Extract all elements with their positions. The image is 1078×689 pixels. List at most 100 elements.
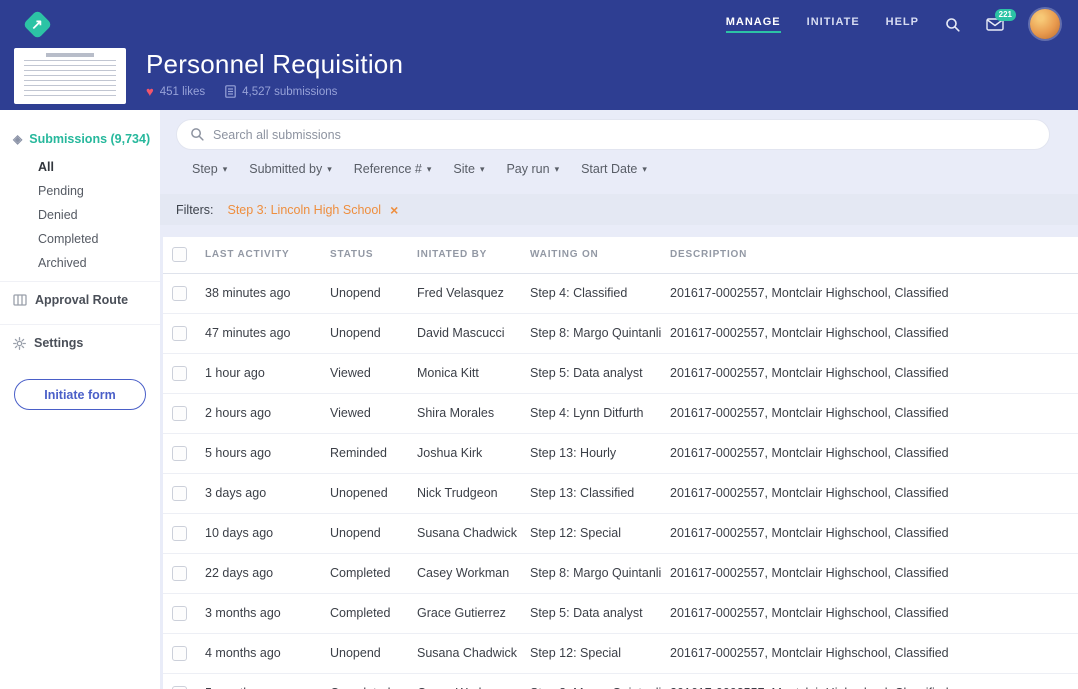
cell-waiting-on: Step 12: Special: [530, 513, 670, 553]
filter-dropdown-step[interactable]: Step▾: [192, 162, 227, 176]
cell-last-activity: 22 days ago: [205, 553, 330, 593]
form-thumbnail[interactable]: [14, 48, 126, 104]
table-row[interactable]: 2 hours agoViewedShira MoralesStep 4: Ly…: [163, 393, 1078, 433]
gear-icon: [13, 337, 26, 350]
col-description: DESCRIPTION: [670, 237, 1078, 273]
table-header-row: LAST ACTIVITY STATUS INITATED BY WAITING…: [163, 237, 1078, 273]
filter-dropdown-submitted-by[interactable]: Submitted by▾: [249, 162, 332, 176]
dropdown-label: Start Date: [581, 162, 637, 176]
filter-dropdown-pay-run[interactable]: Pay run▾: [506, 162, 559, 176]
table-row[interactable]: 3 months agoCompletedGrace GutierrezStep…: [163, 593, 1078, 633]
approval-route-icon: [13, 294, 27, 306]
select-all-checkbox[interactable]: [172, 247, 187, 262]
nav-initiate[interactable]: INITIATE: [807, 16, 860, 33]
row-checkbox[interactable]: [172, 686, 187, 689]
dropdown-label: Site: [453, 162, 475, 176]
sidebar-filter-archived[interactable]: Archived: [0, 251, 160, 275]
sidebar-item-submissions[interactable]: ◈ Submissions (9,734): [0, 132, 160, 146]
sidebar-filter-denied[interactable]: Denied: [0, 203, 160, 227]
table-body: 38 minutes agoUnopendFred VelasquezStep …: [163, 273, 1078, 689]
search-icon[interactable]: [945, 17, 960, 32]
likes-count: 451 likes: [160, 86, 205, 98]
approval-route-label: Approval Route: [35, 293, 128, 307]
sidebar-filter-pending[interactable]: Pending: [0, 179, 160, 203]
table-row[interactable]: 1 hour agoViewedMonica KittStep 5: Data …: [163, 353, 1078, 393]
table-row[interactable]: 38 minutes agoUnopendFred VelasquezStep …: [163, 273, 1078, 313]
filter-dropdown-reference[interactable]: Reference #▾: [354, 162, 432, 176]
col-status: STATUS: [330, 237, 417, 273]
search-input[interactable]: [176, 119, 1050, 150]
filter-dropdown-site[interactable]: Site▾: [453, 162, 484, 176]
cell-waiting-on: Step 4: Lynn Ditfurth: [530, 393, 670, 433]
cell-last-activity: 5 hours ago: [205, 433, 330, 473]
cell-initiated-by: Grace Gutierrez: [417, 593, 530, 633]
cell-status: Unopend: [330, 513, 417, 553]
sidebar-item-approval-route[interactable]: Approval Route: [0, 281, 160, 318]
table-row[interactable]: 4 months agoUnopendSusana ChadwickStep 1…: [163, 633, 1078, 673]
sidebar-filter-completed[interactable]: Completed: [0, 227, 160, 251]
table-row[interactable]: 5 hours agoRemindedJoshua KirkStep 13: H…: [163, 433, 1078, 473]
row-checkbox[interactable]: [172, 646, 187, 661]
settings-label: Settings: [34, 336, 83, 350]
cell-last-activity: 2 hours ago: [205, 393, 330, 433]
table-row[interactable]: 10 days agoUnopendSusana ChadwickStep 12…: [163, 513, 1078, 553]
sidebar-item-settings[interactable]: Settings: [0, 324, 160, 361]
row-checkbox[interactable]: [172, 486, 187, 501]
dropdown-label: Reference #: [354, 162, 422, 176]
table-row[interactable]: 22 days agoCompletedCasey WorkmanStep 8:…: [163, 553, 1078, 593]
submissions-label: Submissions (9,734): [29, 132, 150, 146]
filters-label: Filters:: [176, 203, 214, 217]
row-checkbox[interactable]: [172, 526, 187, 541]
row-checkbox[interactable]: [172, 366, 187, 381]
dropdown-label: Step: [192, 162, 218, 176]
row-checkbox[interactable]: [172, 566, 187, 581]
submissions-count: 4,527 submissions: [242, 86, 337, 98]
cell-status: Unopened: [330, 473, 417, 513]
cell-initiated-by: Shira Morales: [417, 393, 530, 433]
cell-waiting-on: Step 8: Margo Quintanli: [530, 313, 670, 353]
cell-description: 201617-0002557, Montclair Highschool, Cl…: [670, 513, 1078, 553]
col-waiting-on: WAITING ON: [530, 237, 670, 273]
cell-last-activity: 3 months ago: [205, 593, 330, 633]
form-meta: ♥ 451 likes 4,527 submissions: [146, 85, 403, 98]
row-checkbox[interactable]: [172, 326, 187, 341]
cell-description: 201617-0002557, Montclair Highschool, Cl…: [670, 473, 1078, 513]
row-checkbox[interactable]: [172, 446, 187, 461]
nav-help[interactable]: HELP: [886, 16, 919, 33]
app-logo[interactable]: ↗: [20, 7, 54, 41]
cell-status: Unopend: [330, 313, 417, 353]
cell-status: Reminded: [330, 433, 417, 473]
cell-status: Unopend: [330, 273, 417, 313]
form-title-section: Personnel Requisition ♥ 451 likes 4,527 …: [0, 48, 1078, 104]
filter-dropdown-start-date[interactable]: Start Date▾: [581, 162, 647, 176]
main-content: Step▾ Submitted by▾ Reference #▾ Site▾ Pay r…: [160, 110, 1078, 689]
cell-description: 201617-0002557, Montclair Highschool, Cl…: [670, 433, 1078, 473]
table-row[interactable]: 5 months agoCompletedCasey WorkmanStep 8…: [163, 673, 1078, 689]
remove-filter-icon[interactable]: ×: [390, 203, 398, 217]
cell-initiated-by: Susana Chadwick: [417, 633, 530, 673]
mail-icon[interactable]: 221: [986, 18, 1004, 31]
nav-links: MANAGE INITIATE HELP 221: [726, 9, 1060, 39]
table-row[interactable]: 47 minutes agoUnopendDavid MascucciStep …: [163, 313, 1078, 353]
sidebar-filter-all[interactable]: All: [0, 155, 160, 179]
active-filter-chip[interactable]: Step 3: Lincoln High School×: [228, 203, 399, 217]
cell-initiated-by: Casey Workman: [417, 673, 530, 689]
cell-description: 201617-0002557, Montclair Highschool, Cl…: [670, 673, 1078, 689]
row-checkbox[interactable]: [172, 606, 187, 621]
cell-status: Completed: [330, 593, 417, 633]
filter-chips: Step 3: Lincoln High School×: [228, 203, 399, 217]
table-row[interactable]: 3 days agoUnopenedNick TrudgeonStep 13: …: [163, 473, 1078, 513]
avatar[interactable]: [1030, 9, 1060, 39]
cell-description: 201617-0002557, Montclair Highschool, Cl…: [670, 633, 1078, 673]
cell-status: Completed: [330, 673, 417, 689]
cell-status: Viewed: [330, 393, 417, 433]
top-nav: ↗ MANAGE INITIATE HELP 221: [0, 0, 1078, 48]
row-checkbox[interactable]: [172, 406, 187, 421]
initiate-form-button[interactable]: Initiate form: [14, 379, 146, 410]
row-checkbox[interactable]: [172, 286, 187, 301]
cell-last-activity: 1 hour ago: [205, 353, 330, 393]
logo-arrow-icon: ↗: [31, 17, 43, 31]
cell-description: 201617-0002557, Montclair Highschool, Cl…: [670, 393, 1078, 433]
nav-manage[interactable]: MANAGE: [726, 16, 781, 33]
cell-initiated-by: Fred Velasquez: [417, 273, 530, 313]
